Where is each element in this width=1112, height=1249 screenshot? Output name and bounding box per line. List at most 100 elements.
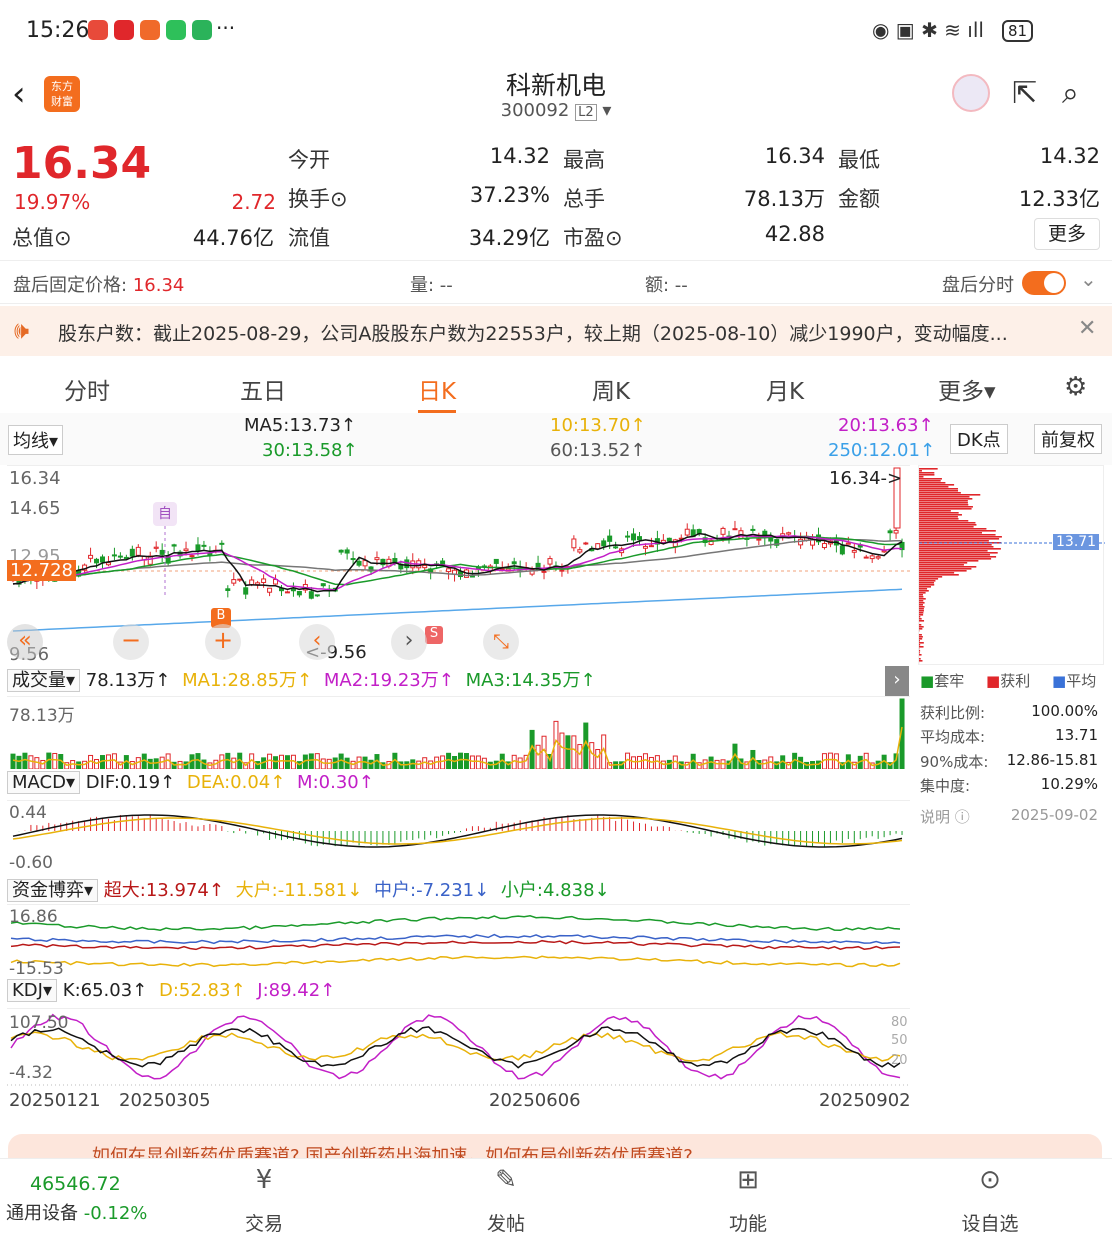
tab-daily-k[interactable]: 日K [418, 372, 456, 413]
ratio-label: 获利比例: [920, 702, 985, 723]
volume-bar [560, 733, 564, 769]
close-icon[interactable]: ✕ [1078, 316, 1096, 341]
more-button[interactable]: 更多 [1034, 218, 1100, 250]
prev-button[interactable]: ‹ [299, 624, 335, 660]
ma-selector[interactable]: 均线▾ [8, 425, 63, 455]
kdj-chart[interactable]: 107.50 -4.32 80 50 20 [7, 1008, 910, 1086]
chip-bar [919, 608, 924, 610]
chip-bar [919, 602, 925, 604]
candle-body [106, 563, 110, 565]
assistant-avatar[interactable] [952, 74, 990, 112]
nav-function[interactable]: ⊞功能 [708, 1159, 788, 1249]
chip-bar [919, 634, 922, 636]
app-notification-icon [114, 20, 134, 40]
kdj-selector[interactable]: KDJ▾ [7, 979, 57, 1002]
chip-bar [919, 624, 921, 626]
stock-name: 科新机电 [0, 66, 1112, 102]
chip-bar [919, 578, 938, 580]
tab-more[interactable]: 更多▾ [938, 372, 996, 406]
candle-body [602, 541, 606, 546]
volume-bar [638, 756, 642, 769]
avg-cost-tag: 13.71 [1053, 534, 1099, 550]
candle-body [787, 533, 791, 534]
conc-value: 10.29% [998, 775, 1098, 793]
settings-gear-icon[interactable]: ⚙ [1064, 372, 1087, 402]
app-notification-icon [88, 20, 108, 40]
dk-point-button[interactable]: DK点 [950, 424, 1008, 454]
tab-weekly-k[interactable]: 周K [592, 372, 630, 406]
volume-bar [29, 756, 33, 769]
next-button[interactable]: › [391, 624, 427, 660]
amount-label: 金额 [838, 183, 880, 213]
candle-body [297, 591, 301, 594]
volume-ma2: MA2:19.23万↑ [324, 670, 454, 691]
chip-bar [919, 534, 996, 536]
k-line-chart[interactable]: 16.34 14.65 12.95 12.728 9.56 16.34-> <-… [7, 465, 910, 665]
tab-five-day[interactable]: 五日 [240, 372, 286, 406]
fullscreen-icon[interactable]: ⤡ [483, 624, 519, 660]
chip-bar [919, 530, 996, 532]
volume-bar [154, 759, 158, 769]
high-marker: 16.34-> [829, 468, 902, 489]
candle-body [345, 550, 349, 553]
notice-bar[interactable]: 🕪 股东户数：截止2025-08-29，公司A股股东户数为22553户，较上期（… [0, 306, 1112, 356]
high-value: 16.34 [700, 144, 825, 168]
share-icon[interactable]: ⇱ [1012, 76, 1037, 111]
candle-body [542, 571, 546, 572]
speaker-icon: 🕪 [14, 316, 29, 344]
after-hours-toggle[interactable] [1022, 271, 1066, 295]
chip-bar [919, 552, 998, 554]
macd-selector[interactable]: MACD▾ [7, 771, 80, 794]
volume-ma3: MA3:14.35万↑ [466, 670, 596, 691]
volume-bar [441, 756, 445, 769]
chevron-left-double-icon[interactable]: « [7, 624, 43, 660]
volume-chart[interactable]: 78.13万 [7, 696, 910, 768]
chip-bar [919, 640, 920, 642]
nav-trade[interactable]: ¥交易 [224, 1159, 304, 1249]
chip-bar [919, 618, 922, 620]
conc-label: 集中度: [920, 775, 970, 796]
candle-body [268, 588, 272, 592]
candle-body [852, 550, 856, 552]
zoom-in-button[interactable]: + [205, 624, 241, 660]
fund-selector[interactable]: 资金博弈▾ [7, 879, 98, 902]
chevron-down-icon[interactable]: ⌄ [1080, 267, 1097, 291]
candle-body [95, 559, 99, 563]
tab-monthly-k[interactable]: 月K [766, 372, 804, 406]
low-value: 14.32 [960, 144, 1100, 168]
nav-watchlist[interactable]: ⊙设自选 [950, 1159, 1030, 1249]
zoom-out-button[interactable]: − [113, 624, 149, 660]
nav-post[interactable]: ✎发帖 [466, 1159, 546, 1249]
fund-chart[interactable]: 16.86 -15.53 [7, 904, 910, 976]
chip-bar [919, 654, 922, 656]
chip-bar [919, 480, 941, 482]
change-pct: 19.97% [14, 190, 90, 214]
stock-code[interactable]: 300092 L2 ▾ [0, 100, 1112, 121]
chip-bar [919, 522, 975, 524]
date-label: 20250305 [119, 1090, 211, 1111]
chip-bar [919, 606, 925, 608]
eye-icon: ◉ ▣ ✱ ≋ ıll [872, 18, 984, 42]
volume-selector[interactable]: 成交量▾ [7, 669, 80, 692]
adjust-button[interactable]: 前复权 [1034, 424, 1102, 454]
tab-intraday[interactable]: 分时 [64, 372, 110, 406]
index-value[interactable]: 46546.72 [30, 1173, 121, 1195]
macd-chart[interactable]: 0.44 -0.60 [7, 800, 910, 872]
chip-note-button[interactable]: 说明 ⓘ [920, 806, 970, 827]
volume-bar [53, 753, 57, 769]
macd-legend: MACD▾ DIF:0.19↑ DEA:0.04↑ M:0.30↑ [7, 772, 910, 798]
fund-svg [7, 905, 910, 977]
ad-banner[interactable]: 如何在显创新药优质赛道? 国产创新药出海加速，如何布局创新药优质赛道? [8, 1134, 1102, 1160]
index-name[interactable]: 通用设备 -0.12% [6, 1199, 147, 1225]
chip-bar [919, 476, 923, 478]
fund-ymax: 16.86 [9, 907, 58, 927]
volume-bar [417, 761, 421, 769]
candle-body [840, 546, 844, 554]
float-label: 流值 [288, 222, 330, 252]
search-icon[interactable]: ⌕ [1062, 76, 1079, 111]
volume-bar [447, 753, 451, 769]
chip-bar [919, 510, 951, 512]
volume-bar [470, 756, 474, 769]
chip-bar [919, 518, 959, 520]
candle-body [136, 547, 140, 555]
